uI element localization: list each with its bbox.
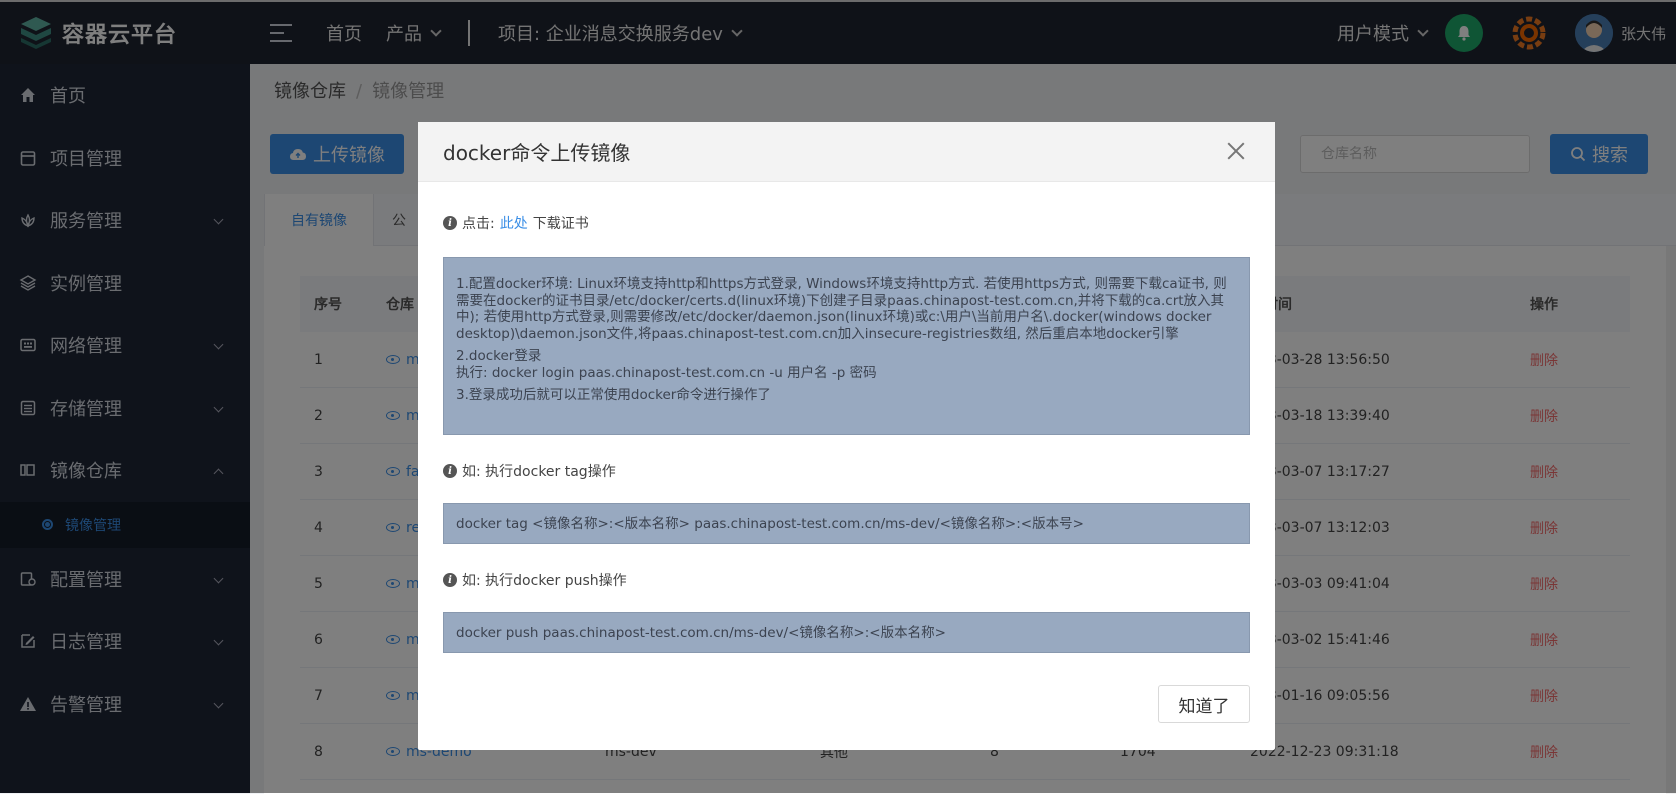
close-icon[interactable] <box>1225 140 1247 162</box>
push-hint-label: 如: 执行docker push操作 <box>462 573 627 589</box>
got-it-button[interactable]: 知道了 <box>1158 685 1250 723</box>
info-icon: i <box>443 464 457 478</box>
info-icon: i <box>443 216 457 230</box>
push-hint: i 如: 执行docker push操作 <box>443 570 627 590</box>
step3-text: 3.登录成功后就可以正常使用docker命令进行操作了 <box>456 387 771 403</box>
dialog-header: docker命令上传镜像 <box>418 122 1275 182</box>
tag-hint-label: 如: 执行docker tag操作 <box>462 464 616 480</box>
cert-prefix: 点击: <box>462 216 495 232</box>
cert-download-link[interactable]: 此处 <box>500 213 528 233</box>
dialog-title: docker命令上传镜像 <box>443 141 631 165</box>
docker-upload-dialog: docker命令上传镜像 i 点击: 此处 下载证书 1.配置docker环境:… <box>418 122 1275 750</box>
step2-command: 执行: docker login paas.chinapost-test.com… <box>456 364 877 381</box>
cert-download-hint: i 点击: 此处 下载证书 <box>443 213 589 233</box>
step2-title: 2.docker登录 <box>456 348 542 364</box>
tag-hint: i 如: 执行docker tag操作 <box>443 461 616 481</box>
info-icon: i <box>443 573 457 587</box>
tag-command-box: docker tag <镜像名称>:<版本名称> paas.chinapost-… <box>443 503 1250 544</box>
step1-text: 1.配置docker环境: Linux环境支持http和https方式登录, W… <box>456 276 1227 342</box>
cert-suffix: 下载证书 <box>532 216 589 232</box>
push-command-box: docker push paas.chinapost-test.com.cn/m… <box>443 612 1250 653</box>
setup-instructions-box: 1.配置docker环境: Linux环境支持http和https方式登录, W… <box>443 257 1250 435</box>
